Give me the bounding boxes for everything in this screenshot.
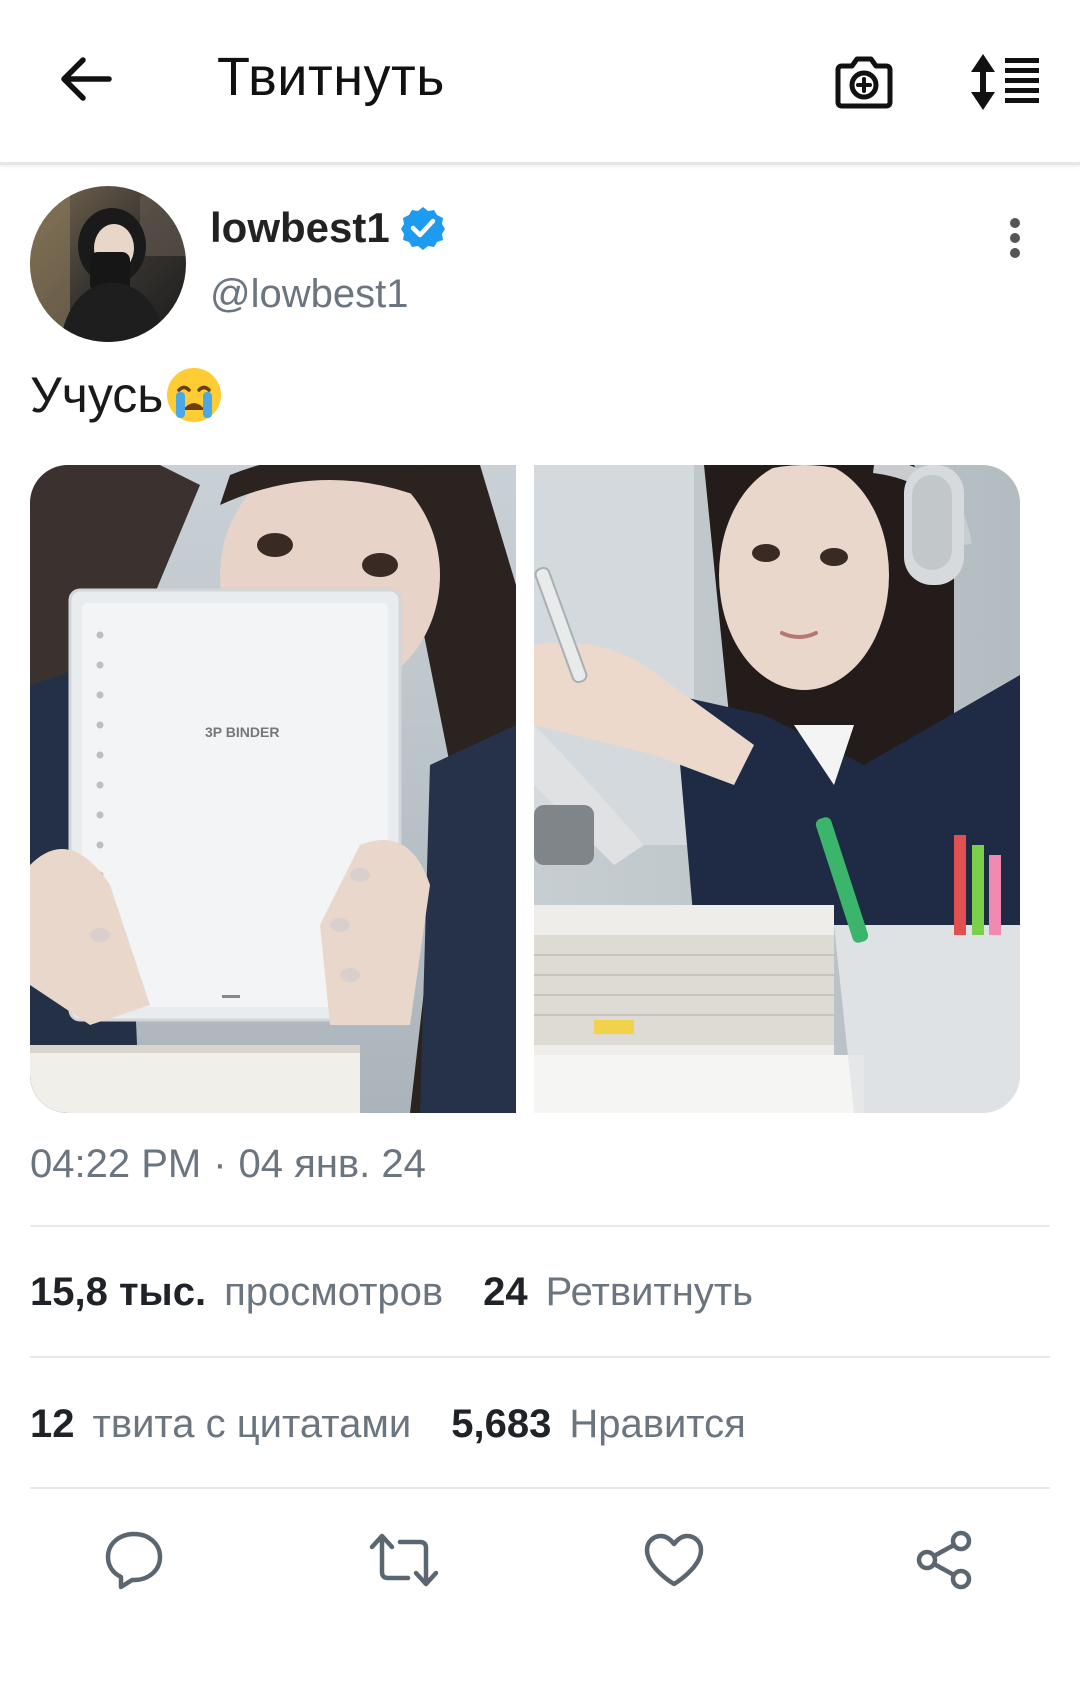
tweet-media-grid: 3P BINDER [30, 465, 1020, 1113]
avatar-image [30, 186, 186, 342]
reply-bubble-icon [105, 1531, 163, 1590]
stats-row-views-retweets: 15,8 тыс. просмотров 24 Ретвитнуть [30, 1270, 793, 1315]
tweet-timestamp: 04:22 PM · 04 янв. 24 [30, 1142, 426, 1187]
quotes-count: 12 [30, 1402, 75, 1446]
author-handle[interactable]: @lowbest1 [210, 272, 408, 317]
divider [30, 1225, 1050, 1227]
sort-button[interactable] [966, 44, 1046, 120]
arrow-left-icon [61, 57, 112, 101]
tweet-text-content: Учусь [30, 367, 164, 423]
retweet-icon [369, 1533, 439, 1587]
svg-text:3P BINDER: 3P BINDER [205, 724, 279, 740]
share-button[interactable] [904, 1520, 984, 1600]
tweet-date: 04 янв. 24 [238, 1142, 426, 1186]
timestamp-separator: · [213, 1142, 227, 1186]
retweets-count: 24 [483, 1270, 528, 1314]
camera-add-icon [835, 56, 893, 109]
more-vertical-icon [1010, 218, 1020, 258]
tweet-action-bar [0, 1492, 1080, 1632]
tweet-photo-2[interactable] [534, 465, 1020, 1113]
views-count: 15,8 тыс. [30, 1270, 207, 1314]
tweet-photo-1[interactable]: 3P BINDER [30, 465, 516, 1113]
top-app-bar: Твитнуть [0, 0, 1080, 165]
like-button[interactable] [634, 1520, 714, 1600]
camera-button[interactable] [826, 44, 902, 120]
quotes-stat[interactable]: 12 твита с цитатами [30, 1402, 411, 1447]
sort-list-icon [971, 54, 1039, 110]
reply-button[interactable] [94, 1520, 174, 1600]
author-display-name[interactable]: lowbest1 [210, 204, 390, 252]
retweet-button[interactable] [364, 1520, 444, 1600]
author-name-row: lowbest1 [210, 200, 446, 256]
more-options-button[interactable] [990, 208, 1040, 268]
retweets-stat[interactable]: 24 Ретвитнуть [483, 1270, 753, 1315]
divider [30, 1487, 1050, 1489]
likes-stat[interactable]: 5,683 Нравится [451, 1402, 746, 1447]
heart-icon [644, 1533, 704, 1587]
tweet-time: 04:22 PM [30, 1142, 202, 1186]
views-stat[interactable]: 15,8 тыс. просмотров [30, 1270, 443, 1315]
likes-label: Нравится [569, 1402, 746, 1446]
divider [30, 1356, 1050, 1358]
quotes-label: твита с цитатами [92, 1402, 412, 1446]
crying-face-icon [165, 366, 223, 424]
views-label: просмотров [224, 1270, 444, 1314]
retweets-label: Ретвитнуть [545, 1270, 753, 1314]
tweet-text: Учусь [30, 366, 223, 424]
avatar[interactable] [30, 186, 186, 342]
share-icon [916, 1530, 972, 1590]
back-button[interactable] [50, 44, 120, 114]
page-title: Твитнуть [217, 47, 445, 107]
stats-row-quotes-likes: 12 твита с цитатами 5,683 Нравится [30, 1402, 786, 1447]
verified-badge-icon [400, 205, 446, 251]
likes-count: 5,683 [451, 1402, 552, 1446]
